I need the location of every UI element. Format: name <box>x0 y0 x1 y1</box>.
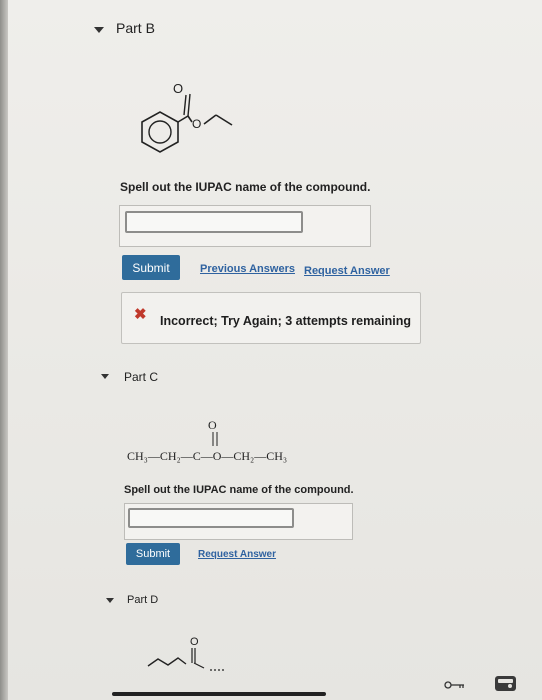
carbonyl-bond <box>187 93 191 117</box>
part-c-submit-button[interactable]: Submit <box>126 543 180 565</box>
bond <box>177 115 189 123</box>
ethyl-bond-2 <box>215 114 233 126</box>
aromatic-circle <box>148 120 172 144</box>
collapse-caret-icon[interactable] <box>94 27 104 33</box>
scroll-indicator <box>112 692 326 696</box>
part-b-answer-input[interactable] <box>125 211 303 233</box>
part-b-title[interactable]: Part B <box>116 20 155 36</box>
formula-carbonyl-oxygen: O <box>208 418 217 432</box>
page <box>8 0 542 700</box>
feedback-text: Incorrect; Try Again; 3 attempts remaini… <box>160 314 411 328</box>
carbonyl-oxygen-label: O <box>173 81 184 96</box>
part-b-question: Spell out the IUPAC name of the compound… <box>120 180 371 194</box>
card-icon[interactable] <box>494 674 518 694</box>
double-bond <box>212 432 218 446</box>
ethyl-bond-1 <box>203 114 217 125</box>
previous-answers-link[interactable]: Previous Answers <box>200 263 295 275</box>
part-c-title[interactable]: Part C <box>124 370 158 384</box>
part-d-molecule <box>147 648 226 671</box>
part-c-request-answer-link[interactable]: Request Answer <box>198 549 276 560</box>
part-c-condensed-formula: CH₃—CH₂—C—O—CH₂—CH₃ <box>127 449 288 463</box>
part-b-submit-button[interactable]: Submit <box>122 255 180 280</box>
incorrect-x-icon: ✖ <box>134 306 147 323</box>
key-icon[interactable] <box>444 680 466 690</box>
benzene-ring <box>141 111 179 153</box>
collapse-caret-icon[interactable] <box>106 598 114 603</box>
part-d-title[interactable]: Part D <box>127 594 158 606</box>
part-b-molecule <box>141 93 233 153</box>
collapse-caret-icon[interactable] <box>101 374 109 379</box>
ester-oxygen-label: O <box>192 117 202 131</box>
left-edge <box>0 0 8 700</box>
carbonyl-bond-2 <box>183 94 187 116</box>
part-b-request-answer-link[interactable]: Request Answer <box>304 265 390 277</box>
part-c-answer-input[interactable] <box>128 508 294 528</box>
part-c-question: Spell out the IUPAC name of the compound… <box>124 484 354 496</box>
